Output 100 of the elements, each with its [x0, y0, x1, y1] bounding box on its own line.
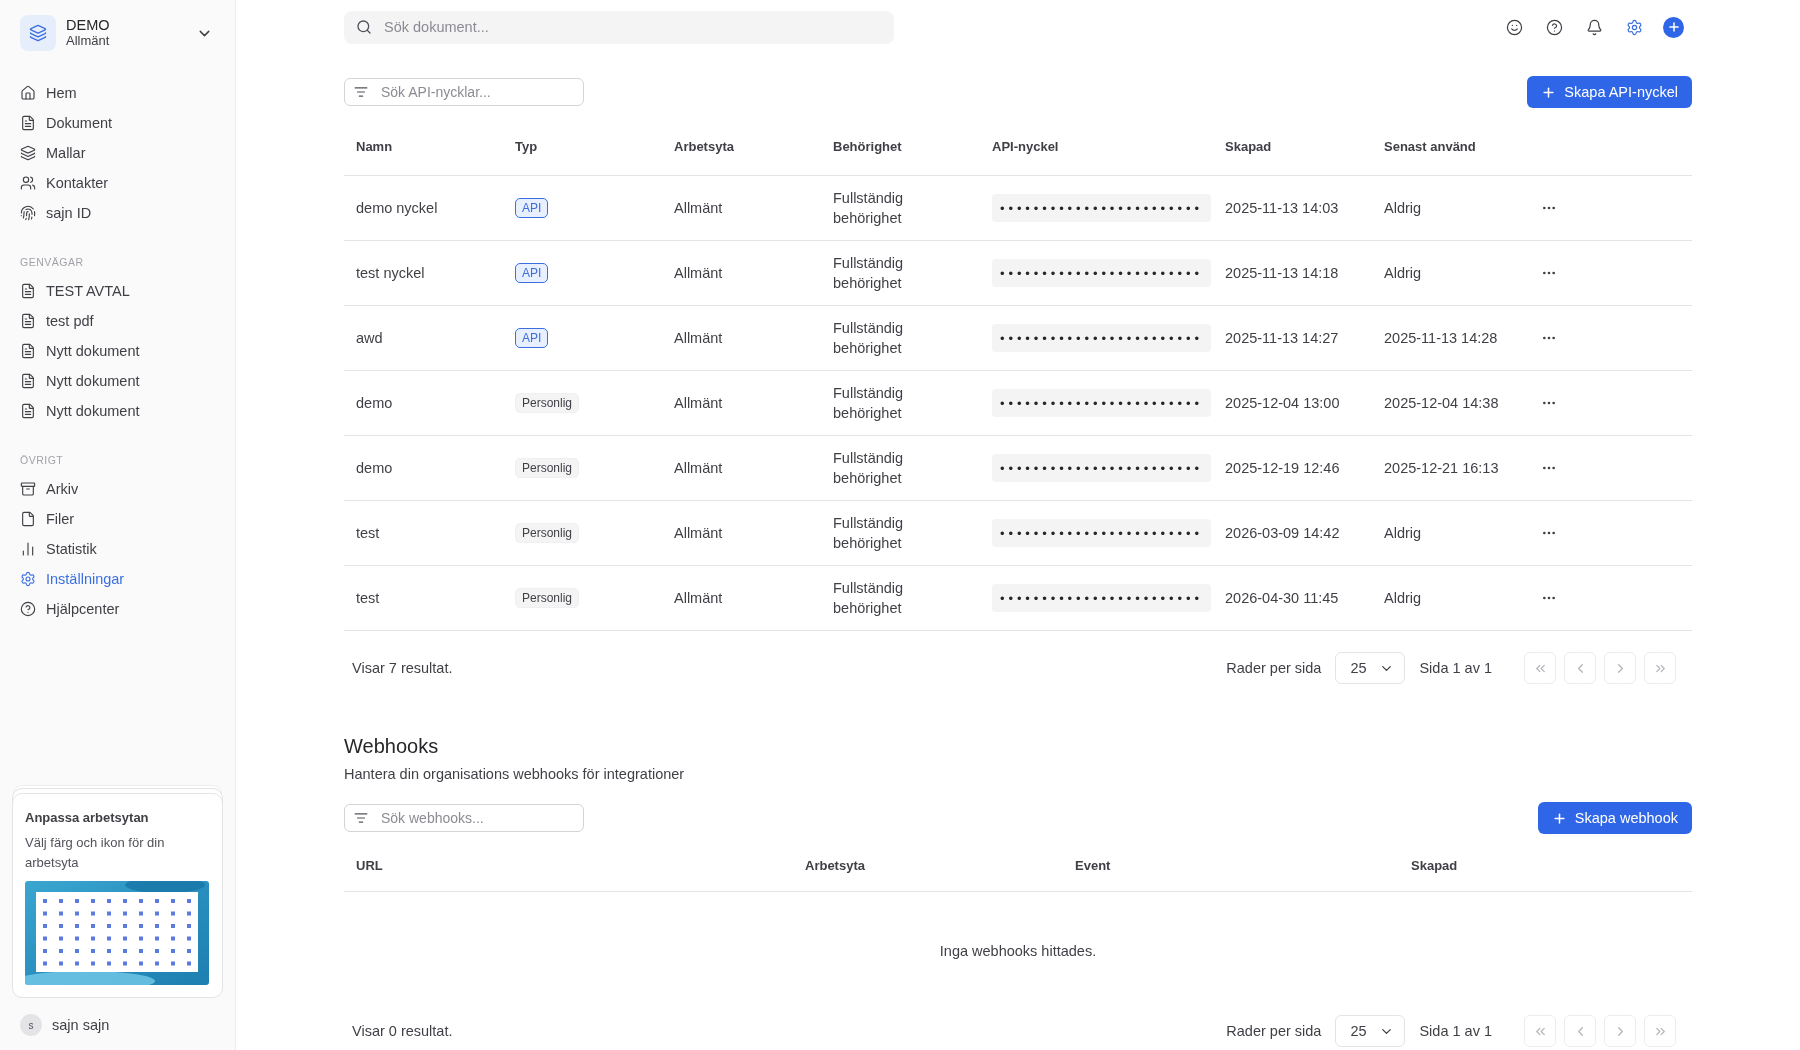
create-api-key-button[interactable]: Skapa API-nyckel — [1527, 76, 1692, 108]
sidebar-item[interactable]: Hem — [12, 78, 85, 108]
search-field[interactable]: Sök API-nycklar... — [344, 78, 584, 106]
column-header: Behörighet — [832, 139, 903, 154]
archive-box-icon — [20, 481, 36, 497]
sidebar-item[interactable]: Hjälpcenter — [12, 594, 128, 624]
table-cell-text: 2025-12-19 12:46 — [1224, 459, 1341, 478]
page-size-select[interactable]: 25 — [1335, 652, 1406, 684]
help-icon — [1545, 18, 1563, 36]
table-cell-text: Allmänt — [673, 524, 724, 543]
plus-icon — [1551, 810, 1567, 826]
empty-message: Inga webhooks hittades. — [939, 942, 1097, 959]
add-button[interactable] — [1663, 16, 1684, 38]
create-webhook-button[interactable]: Skapa webhook — [1537, 802, 1692, 834]
column-header: Arbetsyta — [673, 139, 735, 154]
table-cell-text: test — [355, 589, 381, 608]
smiley-icon — [1505, 18, 1523, 36]
masked-api-key: •••••••••••••••••••••••• — [992, 454, 1211, 482]
user-name: sajn sajn — [52, 1017, 110, 1033]
table-cell-text: awd — [355, 329, 384, 348]
search-icon — [356, 19, 372, 35]
table-cell-text: Fullständig behörighet — [833, 189, 905, 228]
type-tag: Personlig — [515, 393, 580, 413]
workspace-name: DEMO — [66, 17, 111, 33]
settings-icon — [20, 571, 36, 587]
layers-icon — [29, 24, 47, 42]
table-cell-text: Fullständig behörighet — [833, 254, 905, 293]
section-title: ÖVRIGT — [19, 454, 65, 466]
table-cell-text: Fullständig behörighet — [833, 449, 905, 488]
table-cell-text: Allmänt — [673, 394, 724, 413]
table-cell-text: 2025-11-13 14:18 — [1224, 264, 1340, 283]
house-icon — [20, 85, 36, 101]
table-cell-text: demo — [355, 394, 394, 413]
masked-api-key: •••••••••••••••••••••••• — [992, 519, 1211, 547]
table-cell-text: Aldrig — [1383, 589, 1423, 608]
table-cell-text: 2025-11-13 14:27 — [1224, 329, 1340, 348]
sidebar-item[interactable]: Arkiv — [12, 474, 87, 504]
page-indicator: Sida 1 av 1 — [1419, 1023, 1492, 1039]
document-icon — [20, 403, 36, 419]
document-icon — [20, 115, 36, 131]
masked-api-key: •••••••••••••••••••••••• — [992, 584, 1211, 612]
search-field[interactable]: Sök dokument... — [344, 10, 894, 44]
section-subtitle: Hantera din organisations webhooks för integrationer — [344, 766, 685, 782]
sidebar-item[interactable]: test pdf — [12, 306, 102, 336]
page-size-select[interactable]: 25 — [1335, 1015, 1406, 1047]
table-cell-text: demo nyckel — [355, 199, 439, 218]
table-cell-text: Allmänt — [673, 199, 724, 218]
table-cell-text: Aldrig — [1383, 524, 1423, 543]
column-header: Event — [1074, 858, 1112, 873]
table-cell-text: Fullständig behörighet — [833, 319, 905, 358]
column-header: Arbetsyta — [804, 858, 866, 873]
settings-icon — [1625, 18, 1643, 36]
sidebar-item[interactable]: Nytt dokument — [12, 366, 148, 396]
sidebar-item[interactable]: Statistik — [12, 534, 105, 564]
filter-icon — [354, 811, 368, 825]
sidebar-item[interactable]: Nytt dokument — [12, 336, 148, 366]
sidebar-item[interactable]: Dokument — [12, 108, 121, 138]
masked-api-key: •••••••••••••••••••••••• — [992, 324, 1211, 352]
result-count: Visar 7 resultat. — [352, 660, 453, 676]
plus-icon — [1666, 20, 1681, 34]
help-icon — [20, 601, 36, 617]
result-count: Visar 0 resultat. — [352, 1023, 453, 1039]
column-header: Skapad — [1224, 139, 1273, 154]
document-icon — [20, 313, 36, 329]
table-cell-text: 2025-11-13 14:28 — [1383, 329, 1499, 348]
table-cell-text: Fullständig behörighet — [833, 384, 905, 423]
search-field[interactable]: Sök webhooks... — [344, 804, 584, 832]
table-cell-text: 2025-12-04 14:38 — [1383, 394, 1500, 413]
column-header: Namn — [355, 139, 394, 154]
type-tag: API — [515, 198, 549, 218]
users-icon — [20, 175, 36, 191]
rows-per-page-label: Rader per sida — [1226, 1023, 1322, 1039]
column-header: Senast använd — [1383, 139, 1477, 154]
column-header: Skapad — [1410, 858, 1459, 873]
table-cell-text: 2025-12-21 16:13 — [1383, 459, 1500, 478]
user-avatar: s — [20, 1014, 42, 1036]
workspace-subtitle: Allmänt — [66, 33, 111, 49]
sidebar-item[interactable]: Mallar — [12, 138, 94, 168]
table-cell-text: 2025-11-13 14:03 — [1224, 199, 1340, 218]
document-icon — [20, 373, 36, 389]
fingerprint-icon — [20, 205, 36, 221]
table-cell-text: Aldrig — [1383, 264, 1423, 283]
table-cell-text: 2026-03-09 14:42 — [1224, 524, 1341, 543]
section-title: Webhooks — [344, 735, 439, 758]
sidebar-item[interactable]: TEST AVTAL — [12, 276, 138, 306]
sidebar-item[interactable]: Kontakter — [12, 168, 117, 198]
sidebar-item[interactable]: sajn ID — [12, 198, 100, 228]
sidebar-item[interactable]: Filer — [12, 504, 83, 534]
masked-api-key: •••••••••••••••••••••••• — [992, 259, 1211, 287]
page-indicator: Sida 1 av 1 — [1419, 660, 1492, 676]
table-cell-text: Allmänt — [673, 459, 724, 478]
sidebar-item[interactable]: Inställningar — [12, 564, 133, 594]
table-cell-text: test — [355, 524, 381, 543]
file-icon — [20, 511, 36, 527]
column-header: API-nyckel — [991, 139, 1060, 154]
sidebar-item[interactable]: Nytt dokument — [12, 396, 148, 426]
table-cell-text: Allmänt — [673, 329, 724, 348]
type-tag: Personlig — [515, 588, 580, 608]
type-tag: Personlig — [515, 523, 580, 543]
masked-api-key: •••••••••••••••••••••••• — [992, 194, 1211, 222]
